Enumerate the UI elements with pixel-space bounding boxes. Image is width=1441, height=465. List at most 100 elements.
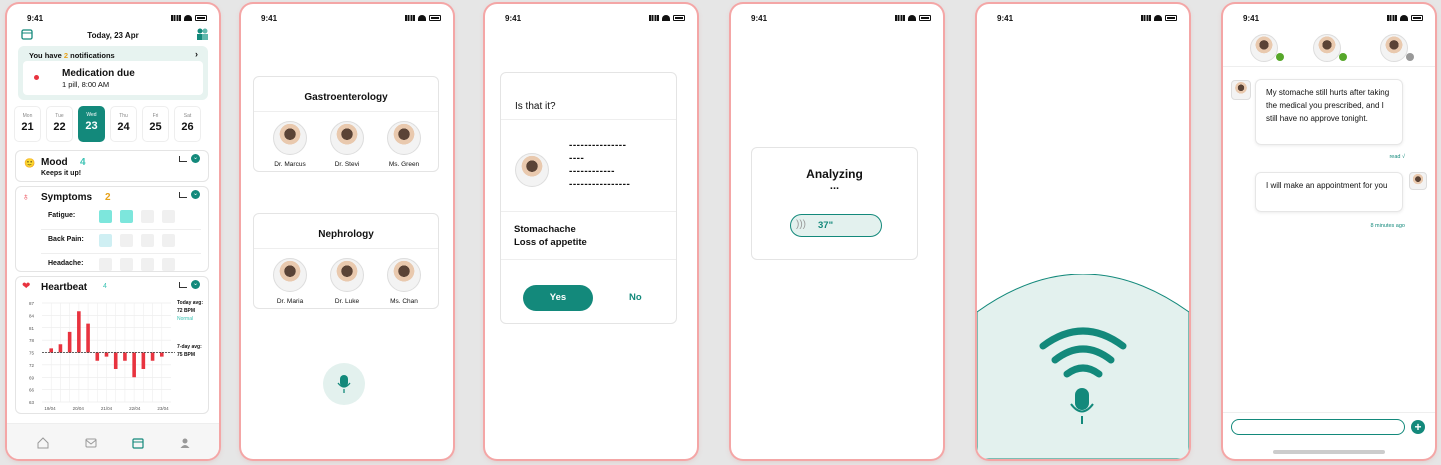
status-bar: 9:41 xyxy=(977,12,1189,26)
status-bar: 9:41 xyxy=(7,12,219,26)
heartbeat-card[interactable]: ❤ Heartbeat 4 ⌄ 87 84 81 78 75 72 69 66 63 19/04 2… xyxy=(15,276,209,414)
doctor-avatar[interactable] xyxy=(1380,34,1408,62)
battery-icon xyxy=(1165,15,1177,21)
inbox-icon[interactable] xyxy=(85,437,97,449)
doctor-avatar xyxy=(273,258,307,292)
doctor-item[interactable]: Ms. Chan xyxy=(380,258,428,305)
calendar-tab-icon[interactable] xyxy=(132,437,144,449)
doctor-avatar xyxy=(387,121,421,155)
microphone-icon xyxy=(337,375,351,393)
transcript-placeholder: --------------- ---- ------------ ---------… xyxy=(569,139,630,191)
detected-symptoms: Stomachache Loss of appetite xyxy=(514,223,587,249)
analyzing-card: Analyzing ... ))) 37" xyxy=(751,147,918,260)
mood-value: 4 xyxy=(80,157,86,168)
symptom-row: Back Pain: xyxy=(41,230,201,254)
doctor-avatar-small xyxy=(1409,172,1427,190)
day-22[interactable]: Tue 22 xyxy=(46,106,73,142)
doctor-item[interactable]: Ms. Green xyxy=(380,121,428,168)
mood-card[interactable]: 🙂 Mood 4 Keeps it up! ⌄ xyxy=(15,150,209,182)
symptom-level-box[interactable] xyxy=(141,258,154,271)
doctor-avatar xyxy=(273,121,307,155)
profile-icon[interactable] xyxy=(179,437,191,449)
add-icon[interactable]: + xyxy=(1411,420,1425,434)
signal-icon xyxy=(171,15,181,21)
symptoms-card[interactable]: ♁ Symptoms 2 ⌄ Fatigue: Back Pain: Headach… xyxy=(15,186,209,272)
symptom-level-box[interactable] xyxy=(120,210,133,223)
y-tick-label: 87 xyxy=(29,301,35,306)
symptoms-label: Symptoms xyxy=(41,192,93,203)
heart-icon: ❤ xyxy=(22,281,31,292)
microphone-button[interactable] xyxy=(1067,386,1097,431)
doctors-icon[interactable] xyxy=(195,27,209,41)
symptom-row: Headache: xyxy=(41,254,201,278)
day-24[interactable]: Thu 24 xyxy=(110,106,137,142)
expand-icon[interactable]: ⌄ xyxy=(191,280,200,289)
no-button[interactable]: No xyxy=(629,292,642,303)
microphone-icon xyxy=(1070,388,1094,424)
wifi-icon xyxy=(1154,15,1162,21)
day-25[interactable]: Fri 25 xyxy=(142,106,169,142)
smiley-icon: 🙂 xyxy=(24,158,36,168)
expand-icon[interactable]: ⌄ xyxy=(191,154,200,163)
x-tick-label: 20/04 xyxy=(73,406,85,411)
day-26[interactable]: Sat 26 xyxy=(174,106,201,142)
home-icon[interactable] xyxy=(37,437,49,449)
heartbeat-label: Heartbeat xyxy=(41,282,88,293)
online-status-dot xyxy=(1339,53,1347,61)
day-21[interactable]: Mon 21 xyxy=(14,106,41,142)
doctor-item[interactable]: Dr. Marcus xyxy=(266,121,314,168)
specialty-title: Nephrology xyxy=(318,229,374,240)
wifi-icon xyxy=(908,15,916,21)
notifications-panel[interactable]: You have 2 notifications › Medication du… xyxy=(18,46,208,100)
yes-button[interactable]: Yes xyxy=(523,285,593,311)
battery-icon xyxy=(1411,15,1423,21)
day-name: Mon xyxy=(22,113,33,119)
day-23[interactable]: Wed 23 xyxy=(78,106,105,142)
confirm-card: Is that it? --------------- ---- ---------… xyxy=(500,72,677,324)
doctor-item[interactable]: Dr. Luke xyxy=(323,258,371,305)
symptom-level-box[interactable] xyxy=(99,234,112,247)
doctor-item[interactable]: Dr. Stevi xyxy=(323,121,371,168)
chart-icon[interactable] xyxy=(179,192,187,198)
symptom-level-box[interactable] xyxy=(99,210,112,223)
microphone-button[interactable] xyxy=(323,363,365,405)
x-tick-label: 23/04 xyxy=(157,406,169,411)
status-bar: 9:41 xyxy=(731,12,943,26)
specialty-card[interactable]: Gastroenterology Dr. Marcus Dr. Stevi Ms. G… xyxy=(253,76,439,172)
chart-icon[interactable] xyxy=(179,156,187,162)
day-name: Sat xyxy=(183,113,192,119)
medication-card[interactable]: Medication due 1 pill, 8:00 AM xyxy=(23,61,203,95)
doctor-item[interactable]: Dr. Maria xyxy=(266,258,314,305)
symptom-level-box[interactable] xyxy=(99,258,112,271)
today-avg-status: Normal xyxy=(177,316,194,322)
signal-icon xyxy=(1141,15,1151,21)
status-time: 9:41 xyxy=(27,14,44,23)
specialty-card[interactable]: Nephrology Dr. Maria Dr. Luke Ms. Chan xyxy=(253,213,439,309)
offline-status-dot xyxy=(1406,53,1414,61)
symptom-level-box[interactable] xyxy=(120,234,133,247)
online-status-dot xyxy=(1276,53,1284,61)
analyzing-title: Analyzing xyxy=(806,167,863,181)
x-tick-label: 22/04 xyxy=(129,406,141,411)
doctor-avatar[interactable] xyxy=(1250,34,1278,62)
symptom-level-box[interactable] xyxy=(162,234,175,247)
chevron-right-icon[interactable]: › xyxy=(195,49,198,59)
heartbeat-bar xyxy=(123,352,127,361)
symptom-level-box[interactable] xyxy=(162,210,175,223)
battery-icon xyxy=(429,15,441,21)
day-name: Fri xyxy=(152,113,159,119)
doctor-avatar xyxy=(515,153,549,187)
symptom-level-box[interactable] xyxy=(141,234,154,247)
doctor-avatar[interactable] xyxy=(1313,34,1341,62)
expand-icon[interactable]: ⌄ xyxy=(191,190,200,199)
symptom-level-box[interactable] xyxy=(162,258,175,271)
message-input[interactable] xyxy=(1231,419,1405,435)
symptom-level-box[interactable] xyxy=(120,258,133,271)
chart-icon[interactable] xyxy=(179,282,187,288)
doctor-name: Dr. Marcus xyxy=(274,161,306,168)
divider xyxy=(501,119,676,120)
symptom-level-box[interactable] xyxy=(141,210,154,223)
message-timestamp: 8 minutes ago xyxy=(1370,223,1405,229)
tab-bar xyxy=(7,423,219,459)
voice-recording-pill[interactable]: ))) 37" xyxy=(790,214,882,237)
